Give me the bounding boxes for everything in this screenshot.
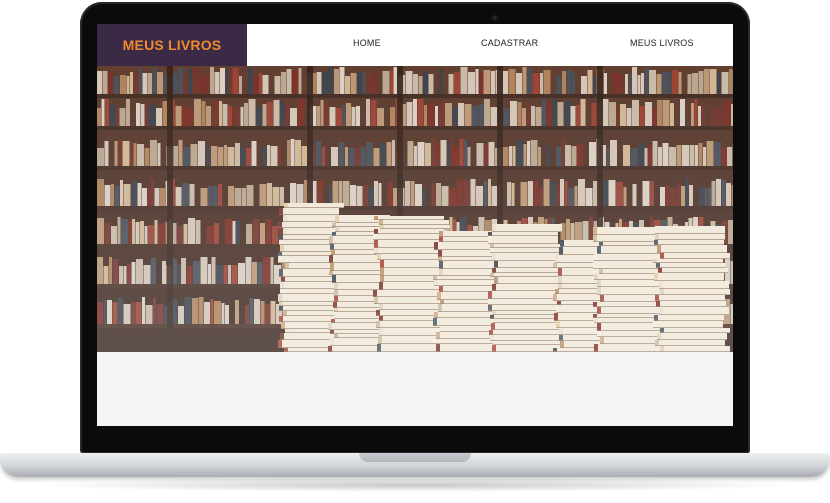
laptop-shadow (30, 478, 800, 492)
nav-meus-livros-link[interactable]: MEUS LIVROS (630, 38, 694, 48)
nav-cadastrar-link[interactable]: CADASTRAR (481, 38, 538, 48)
hero-banner-image (97, 66, 733, 352)
laptop-screen: MEUS LIVROS HOME CADASTRAR MEUS LIVROS (97, 24, 733, 426)
nav-home-link[interactable]: HOME (353, 38, 381, 48)
brand-text: MEUS LIVROS (122, 37, 222, 53)
navbar: MEUS LIVROS HOME CADASTRAR MEUS LIVROS (97, 24, 733, 66)
brand-logo[interactable]: MEUS LIVROS (97, 24, 247, 66)
laptop-mockup: MEUS LIVROS HOME CADASTRAR MEUS LIVROS (0, 0, 830, 503)
laptop-notch (359, 453, 471, 462)
camera-icon (491, 14, 499, 22)
